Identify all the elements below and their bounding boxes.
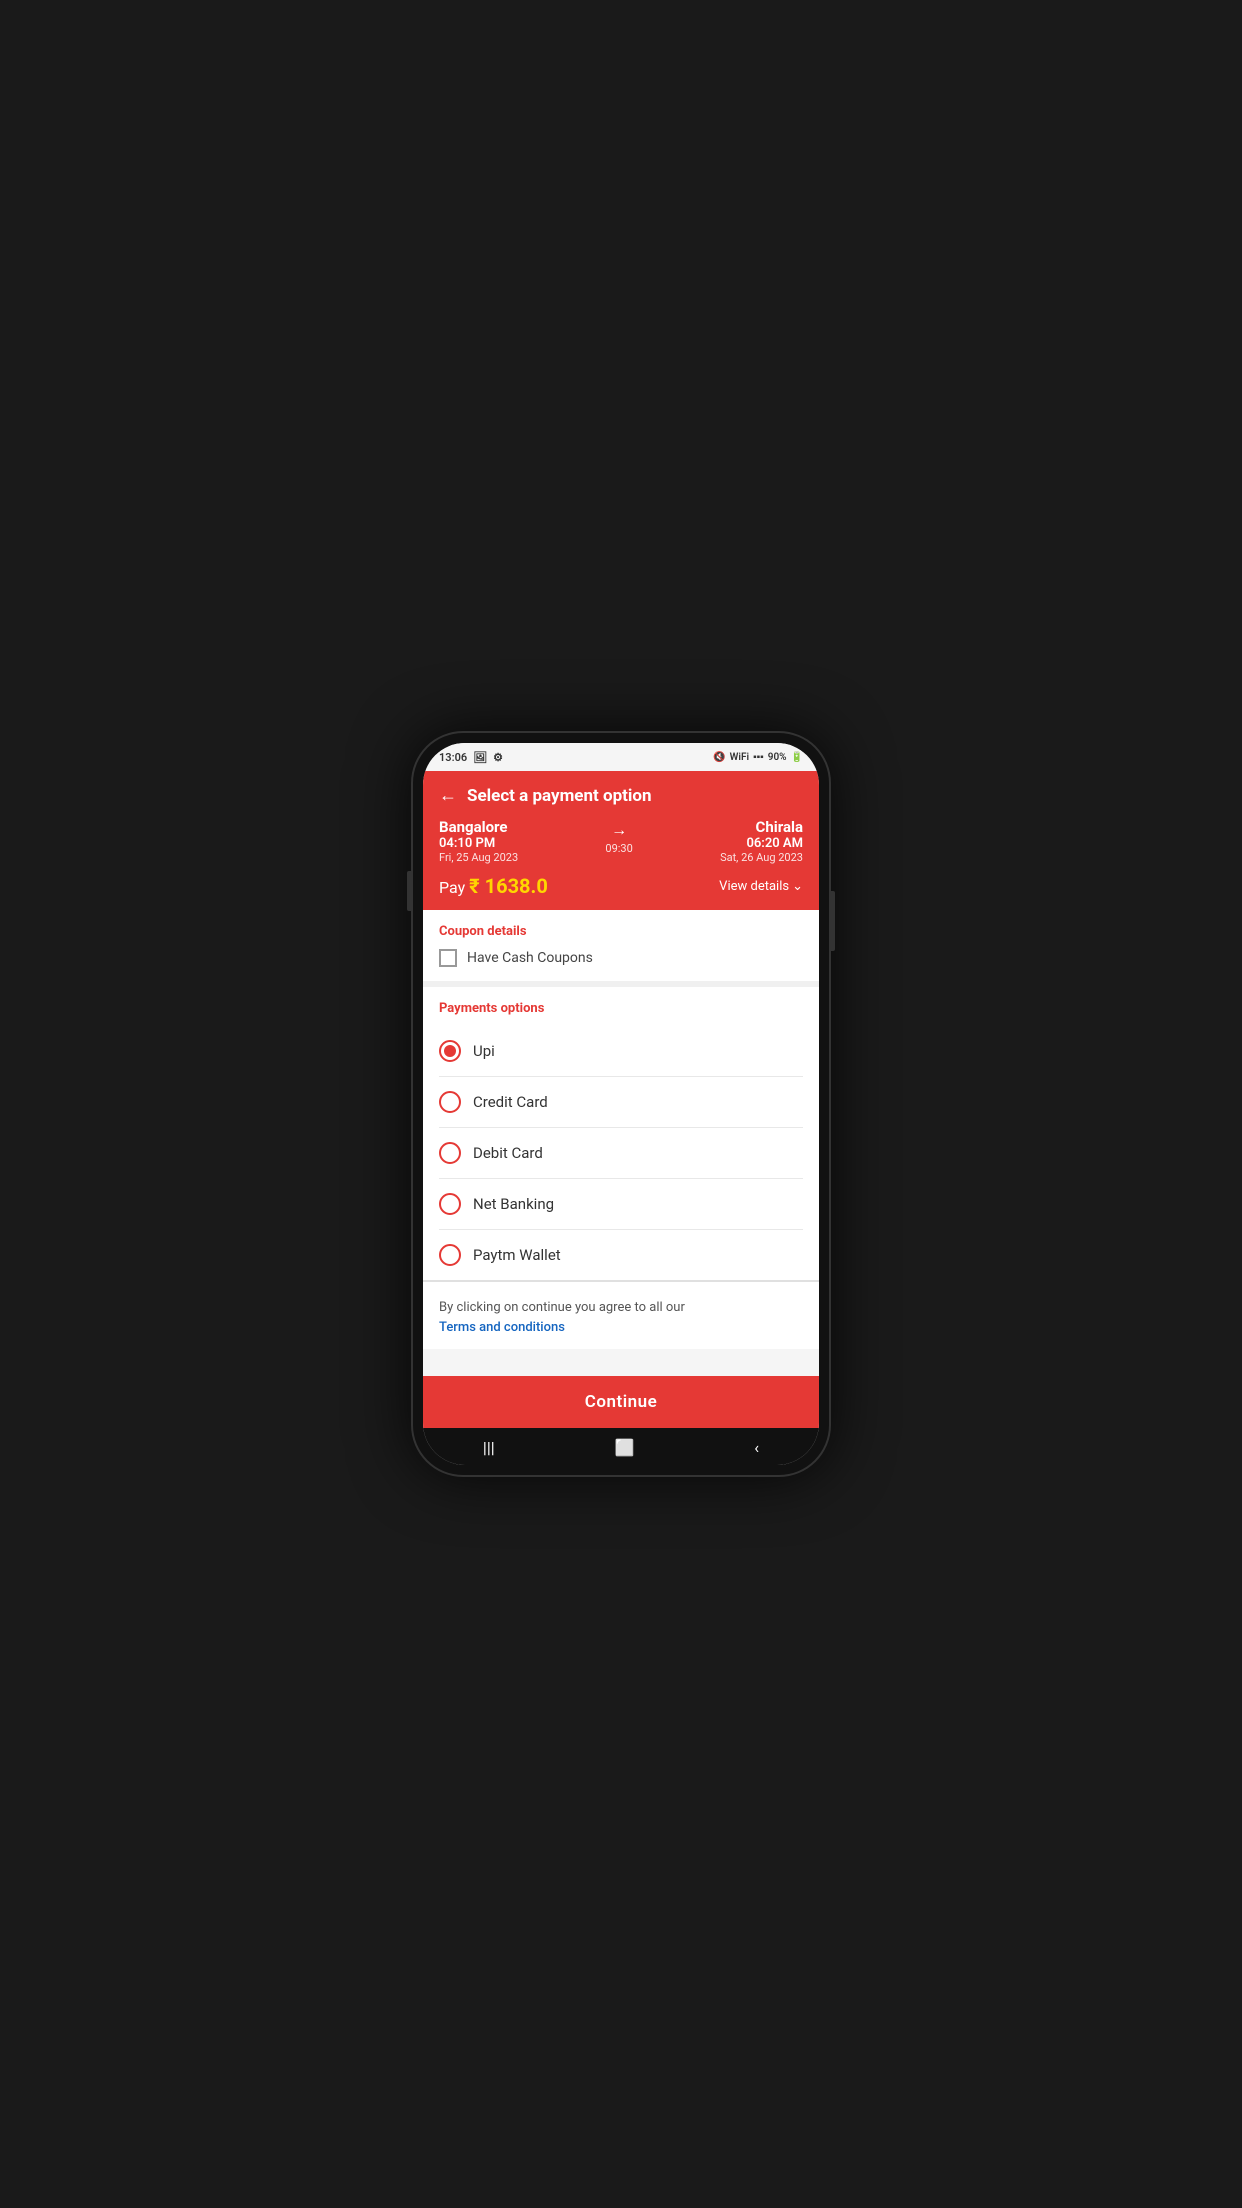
time-display: 13:06 [439, 751, 467, 764]
radio-paytm-wallet[interactable] [439, 1244, 461, 1266]
continue-button[interactable]: Continue [423, 1376, 819, 1428]
payment-label-debit-card: Debit Card [473, 1144, 543, 1162]
coupon-row[interactable]: Have Cash Coupons [439, 949, 803, 981]
nav-bar: ||| ⬜ ‹ [423, 1428, 819, 1465]
journey-origin: Bangalore 04:10 PM Fri, 25 Aug 2023 [439, 818, 518, 864]
status-left: 13:06 🖼 ⚙ [439, 751, 503, 764]
radio-credit-card[interactable] [439, 1091, 461, 1113]
radio-upi-inner [444, 1045, 456, 1057]
back-button[interactable]: ← [439, 785, 457, 806]
view-details-button[interactable]: View details ⌄ [719, 879, 803, 894]
pay-row: Pay ₹ 1638.0 View details ⌄ [439, 874, 803, 898]
payment-option-upi[interactable]: Upi [439, 1026, 803, 1077]
radio-debit-card[interactable] [439, 1142, 461, 1164]
terms-link[interactable]: Terms and conditions [439, 1320, 803, 1335]
coupon-section-title: Coupon details [439, 924, 803, 939]
battery-icon: 🔋 [791, 752, 803, 763]
phone-frame: 13:06 🖼 ⚙ 🔇 WiFi ▪▪▪ 90% 🔋 ← Select a pa… [411, 731, 831, 1477]
view-details-label: View details [719, 879, 789, 894]
mute-icon: 🔇 [713, 752, 725, 763]
coupon-section: Coupon details Have Cash Coupons [423, 910, 819, 981]
direction-arrow: → [611, 820, 627, 840]
origin-date: Fri, 25 Aug 2023 [439, 851, 518, 864]
wifi-icon: WiFi [730, 752, 749, 763]
coupon-label: Have Cash Coupons [467, 950, 593, 966]
header-nav: ← Select a payment option [439, 785, 803, 806]
signal-icon: ▪▪▪ [753, 752, 764, 763]
pay-info: Pay ₹ 1638.0 [439, 874, 548, 898]
radio-net-banking[interactable] [439, 1193, 461, 1215]
recent-apps-icon[interactable]: ||| [483, 1438, 495, 1457]
payment-label-credit-card: Credit Card [473, 1093, 548, 1111]
dest-date: Sat, 26 Aug 2023 [720, 851, 803, 864]
origin-city: Bangalore [439, 818, 518, 836]
chevron-down-icon: ⌄ [792, 879, 803, 894]
spacer [423, 1349, 819, 1377]
pay-amount: ₹ 1638.0 [469, 874, 548, 898]
radio-upi[interactable] [439, 1040, 461, 1062]
status-right: 🔇 WiFi ▪▪▪ 90% 🔋 [713, 752, 803, 763]
gallery-icon: 🖼 [473, 751, 487, 764]
battery-display: 90% [768, 752, 787, 763]
coupon-checkbox[interactable] [439, 949, 457, 967]
app-header: ← Select a payment option Bangalore 04:1… [423, 771, 819, 910]
journey-info: Bangalore 04:10 PM Fri, 25 Aug 2023 → 09… [439, 818, 803, 864]
payment-option-paytm-wallet[interactable]: Paytm Wallet [439, 1230, 803, 1280]
journey-destination: Chirala 06:20 AM Sat, 26 Aug 2023 [720, 818, 803, 864]
payment-label-net-banking: Net Banking [473, 1195, 554, 1213]
payment-label-paytm-wallet: Paytm Wallet [473, 1246, 561, 1264]
home-icon[interactable]: ⬜ [614, 1438, 634, 1457]
dest-city: Chirala [720, 818, 803, 836]
terms-text: By clicking on continue you agree to all… [439, 1300, 685, 1315]
sync-icon: ⚙ [493, 751, 503, 764]
power-button [831, 891, 835, 951]
status-bar: 13:06 🖼 ⚙ 🔇 WiFi ▪▪▪ 90% 🔋 [423, 743, 819, 771]
payment-label-upi: Upi [473, 1042, 495, 1060]
journey-duration: 09:30 [605, 842, 632, 855]
terms-section: By clicking on continue you agree to all… [423, 1281, 819, 1349]
payment-option-net-banking[interactable]: Net Banking [439, 1179, 803, 1230]
back-nav-icon[interactable]: ‹ [754, 1438, 759, 1457]
dest-time: 06:20 AM [720, 836, 803, 851]
payment-options-section: Payments options Upi Credit Card Debit [423, 987, 819, 1280]
payment-section-title: Payments options [439, 1001, 803, 1016]
main-content: Coupon details Have Cash Coupons Payment… [423, 910, 819, 1376]
origin-time: 04:10 PM [439, 836, 518, 851]
volume-button [407, 871, 411, 911]
phone-screen: 13:06 🖼 ⚙ 🔇 WiFi ▪▪▪ 90% 🔋 ← Select a pa… [423, 743, 819, 1465]
page-title: Select a payment option [467, 786, 652, 806]
payment-option-debit-card[interactable]: Debit Card [439, 1128, 803, 1179]
payment-option-credit-card[interactable]: Credit Card [439, 1077, 803, 1128]
journey-middle: → 09:30 [605, 818, 632, 855]
pay-label: Pay [439, 878, 465, 897]
